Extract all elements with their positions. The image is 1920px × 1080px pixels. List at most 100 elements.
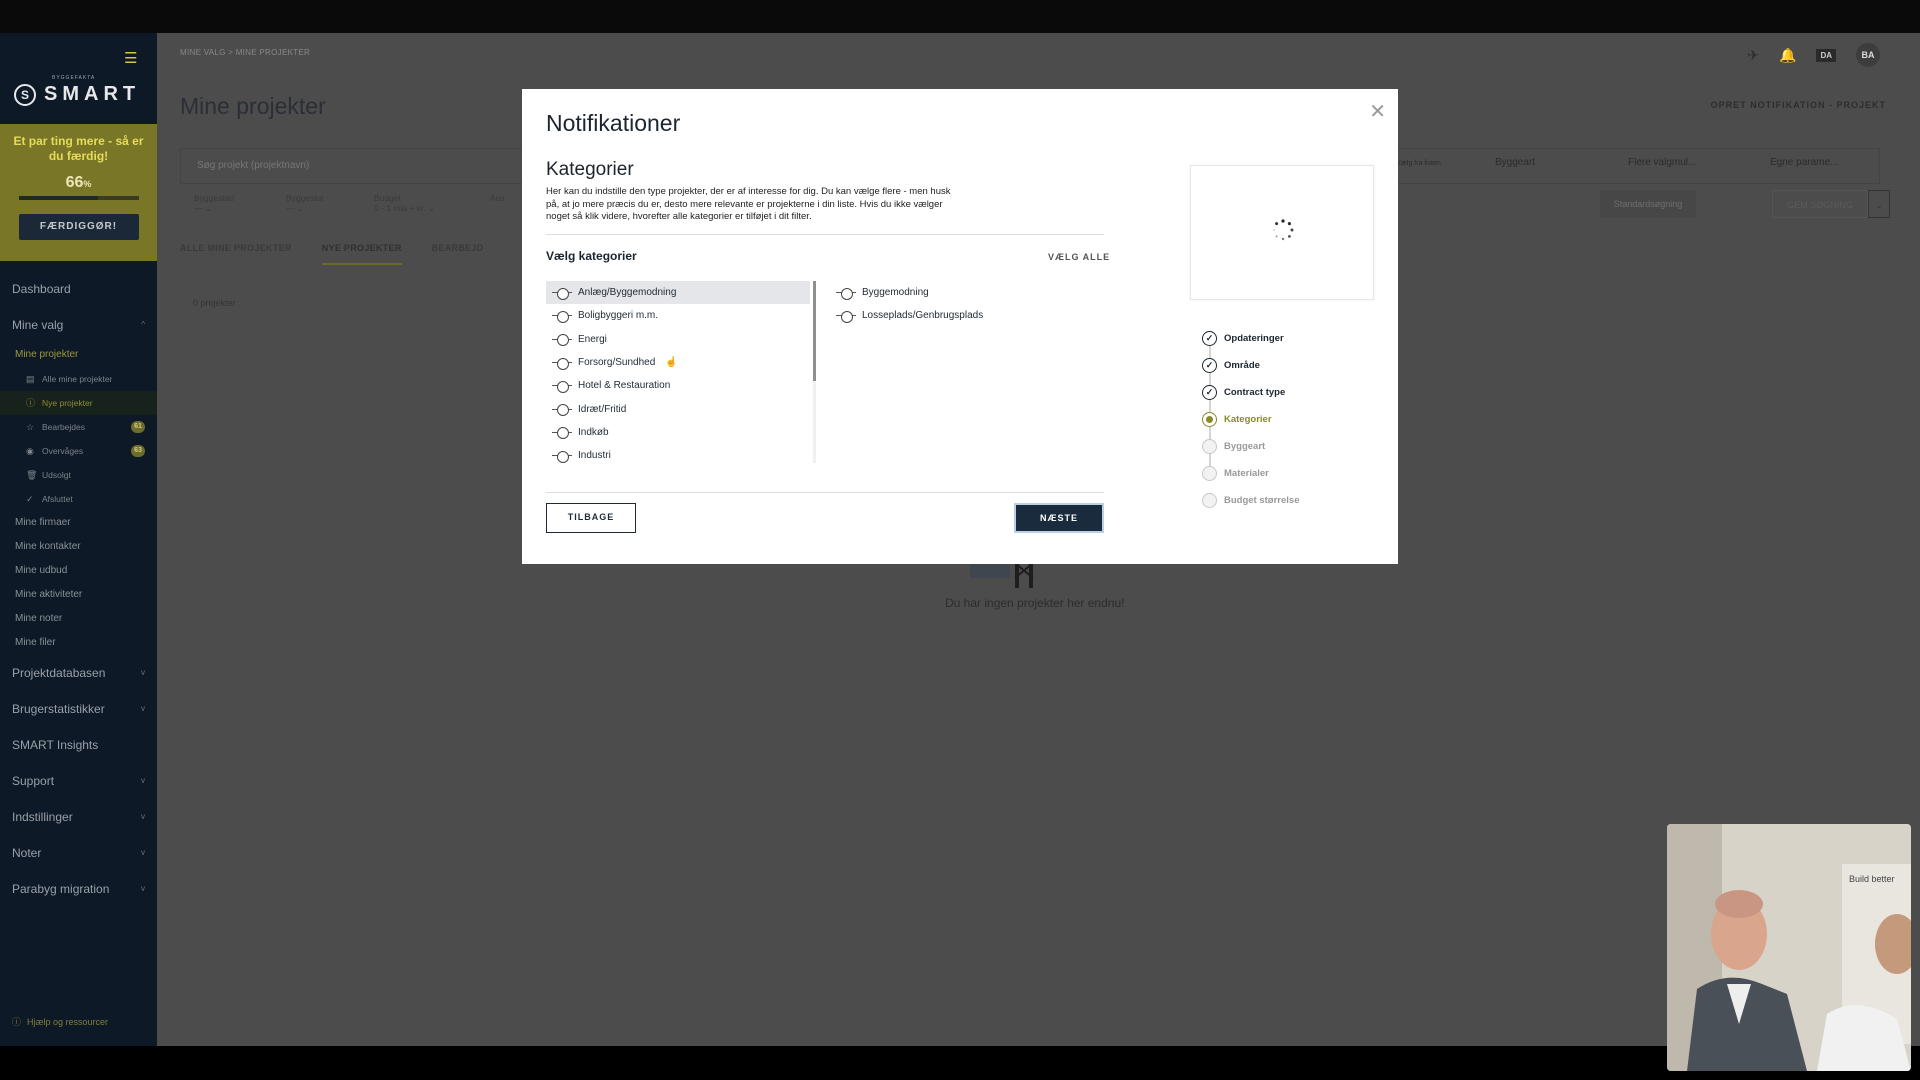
chevron-down-icon[interactable]: ⌄	[1868, 190, 1890, 218]
sign-text: Build better	[1849, 874, 1895, 884]
category-item[interactable]: Anlæg/Byggemodning	[546, 281, 810, 305]
sidebar-item-mine-udbud[interactable]: Mine udbud	[0, 559, 157, 583]
select-all-button[interactable]: VÆLG ALLE	[1048, 252, 1110, 262]
tabs: ALLE MINE PROJEKTER NYE PROJEKTER BEARBE…	[180, 243, 484, 265]
sidebar-item-parabyg-migration[interactable]: Parabyg migration v	[0, 871, 157, 907]
step-byggeart: Byggeart	[1202, 433, 1300, 460]
tab-processing[interactable]: BEARBEJD	[432, 243, 484, 265]
sidebar-item-mine-noter[interactable]: Mine noter	[0, 607, 157, 631]
section-description: Her kan du indstille den type projekter,…	[546, 186, 951, 222]
filter-byggestart[interactable]: Byggestart — ⌄	[194, 193, 235, 214]
menu-collapse-icon[interactable]: ☰	[124, 49, 137, 67]
close-icon[interactable]: ✕	[1369, 99, 1386, 124]
category-item[interactable]: Hotel & Restauration	[546, 374, 810, 397]
toggle-icon[interactable]	[836, 287, 856, 300]
category-item[interactable]: Boligbyggeri m.m.	[546, 304, 810, 327]
sidebar-item-projektdatabasen[interactable]: Projektdatabasen v	[0, 655, 157, 691]
chevron-up-icon: ^	[141, 320, 145, 329]
subcategory-item[interactable]: Byggemodning	[830, 281, 1090, 304]
subcategory-item[interactable]: Losseplads/Genbrugsplads	[830, 304, 1090, 327]
sidebar-item-mine-aktiviteter[interactable]: Mine aktiviteter	[0, 583, 157, 607]
project-count: 0 projekter	[193, 298, 236, 308]
toggle-icon[interactable]	[552, 310, 572, 323]
language-selector[interactable]: DA	[1816, 48, 1836, 62]
subcategory-list: Byggemodning Losseplads/Genbrugsplads	[830, 281, 1090, 328]
tab-new-projects[interactable]: NYE PROJEKTER	[321, 243, 402, 265]
toggle-icon[interactable]	[552, 427, 572, 440]
create-notification-button[interactable]: OPRET NOTIFIKATION - PROJEKT	[1711, 100, 1886, 110]
toggle-icon[interactable]	[836, 310, 856, 323]
tab-all-projects[interactable]: ALLE MINE PROJEKTER	[180, 243, 292, 265]
finish-onboarding-button[interactable]: FÆRDIGGØR!	[18, 214, 139, 240]
category-list: Anlæg/Byggemodning Boligbyggeri m.m. Ene…	[546, 281, 810, 463]
next-button[interactable]: NÆSTE	[1014, 503, 1104, 533]
breadcrumb: MINE VALG > MINE PROJEKTER	[180, 48, 311, 57]
sidebar-item-indstillinger[interactable]: Indstillinger v	[0, 799, 157, 835]
toggle-icon[interactable]	[552, 287, 572, 300]
sidebar-item-mine-firmaer[interactable]: Mine firmaer	[0, 511, 157, 535]
eye-icon: ◉	[26, 446, 34, 456]
chevron-down-icon: v	[141, 812, 145, 821]
category-item[interactable]: Indkøb	[546, 421, 810, 444]
sidebar-nav: Dashboard Mine valg ^ Mine projekter ▤ All…	[0, 271, 157, 907]
search-input[interactable]: Søg projekt (projektnavn)	[197, 160, 309, 171]
sidebar-item-mine-kontakter[interactable]: Mine kontakter	[0, 535, 157, 559]
sidebar-item-afsluttet[interactable]: ✓ Afsluttet	[0, 487, 157, 511]
preview-panel	[1190, 165, 1374, 300]
sidebar-item-alle-mine-projekter[interactable]: ▤ Alle mine projekter	[0, 367, 157, 391]
toggle-icon[interactable]	[552, 357, 572, 370]
sidebar-item-smart-insights[interactable]: SMART Insights	[0, 727, 157, 763]
back-button[interactable]: TILBAGE	[546, 503, 636, 533]
window-top-bar	[0, 0, 1920, 33]
sidebar-item-mine-projekter[interactable]: Mine projekter	[0, 343, 157, 367]
standard-search-button[interactable]: Standardsøgning	[1600, 190, 1696, 218]
filter-chip-list[interactable]: Vælg fra listen	[1396, 160, 1441, 167]
category-item[interactable]: Energi	[546, 328, 810, 351]
sidebar-item-mine-filer[interactable]: Mine filer	[0, 631, 157, 655]
category-item[interactable]: Idræt/Fritid	[546, 397, 810, 420]
loading-spinner-icon	[1273, 219, 1294, 241]
wizard-steps: ✓ Opdateringer ✓ Område ✓ Contract type Kat…	[1202, 325, 1300, 514]
sidebar-item-dashboard[interactable]: Dashboard	[0, 271, 157, 307]
step-kategorier: Kategorier	[1202, 406, 1300, 433]
filter-ansvarlig[interactable]: Ans	[490, 193, 505, 203]
category-item[interactable]: Forsorg/Sundhed ☝	[546, 351, 810, 374]
sidebar-item-bearbejdes[interactable]: ☆ Bearbejdes 61	[0, 415, 157, 439]
category-scrollbar[interactable]	[813, 281, 816, 463]
sidebar-item-mine-valg[interactable]: Mine valg ^	[0, 307, 157, 343]
count-badge: 63	[131, 445, 145, 457]
filter-byggeslut[interactable]: Byggeslut — ⌄	[286, 193, 323, 214]
save-search-button[interactable]: GEM SØGNING	[1772, 190, 1868, 218]
filter-budget[interactable]: Budget 0 - 1 mia + kr. ⌄	[374, 193, 435, 214]
check-icon: ✓	[1202, 358, 1217, 373]
filter-chip-more[interactable]: Flere valgmul...	[1628, 157, 1696, 168]
list-icon: ▤	[26, 374, 35, 384]
help-icon: ⓘ	[12, 1017, 22, 1027]
rocket-icon[interactable]: ✈	[1747, 47, 1759, 64]
filter-chip-byggeart[interactable]: Byggeart	[1495, 157, 1535, 168]
sidebar-item-nye-projekter[interactable]: ⓘ Nye projekter	[0, 391, 157, 415]
sidebar-item-overvages[interactable]: ◉ Overvåges 63	[0, 439, 157, 463]
toggle-icon[interactable]	[552, 450, 572, 463]
chevron-down-icon: v	[141, 668, 145, 677]
category-item[interactable]: Industri	[546, 444, 810, 463]
sidebar-item-noter[interactable]: Noter v	[0, 835, 157, 871]
avatar[interactable]: BA	[1856, 43, 1880, 67]
sidebar-item-support[interactable]: Support v	[0, 763, 157, 799]
webcam-overlay: Build better	[1667, 824, 1911, 1071]
filter-chip-own-params[interactable]: Egne parame...	[1770, 157, 1838, 168]
chevron-down-icon: v	[141, 704, 145, 713]
promo-progress-bar	[18, 196, 139, 200]
window-bottom-bar	[0, 1046, 1920, 1080]
sidebar-item-brugerstatistikker[interactable]: Brugerstatistikker v	[0, 691, 157, 727]
check-icon: ✓	[1202, 331, 1217, 346]
help-resources-link[interactable]: ⓘ Hjælp og ressourcer	[12, 1015, 108, 1028]
toggle-icon[interactable]	[552, 404, 572, 417]
toggle-icon[interactable]	[552, 380, 572, 393]
step-materialer: Materialer	[1202, 460, 1300, 487]
check-circle-icon: ✓	[26, 494, 34, 504]
toggle-icon[interactable]	[552, 334, 572, 347]
sidebar-item-udsolgt[interactable]: 🗑 Udsolgt	[0, 463, 157, 487]
bell-icon[interactable]: 🔔	[1779, 47, 1796, 64]
modal-title: Notifikationer	[546, 110, 681, 136]
